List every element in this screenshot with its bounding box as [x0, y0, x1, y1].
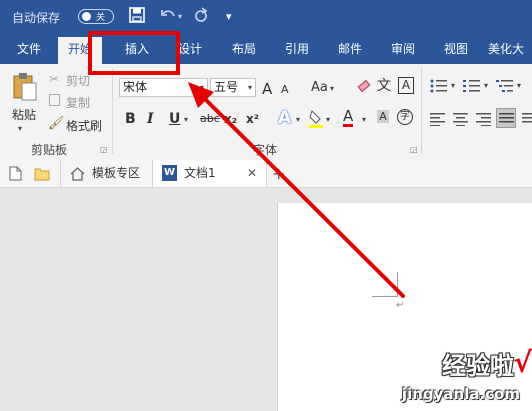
watermark-url: jingyanla.com — [401, 385, 520, 403]
watermark-title: 经验啦 — [442, 352, 514, 380]
watermark-check-icon: √ — [513, 346, 532, 379]
